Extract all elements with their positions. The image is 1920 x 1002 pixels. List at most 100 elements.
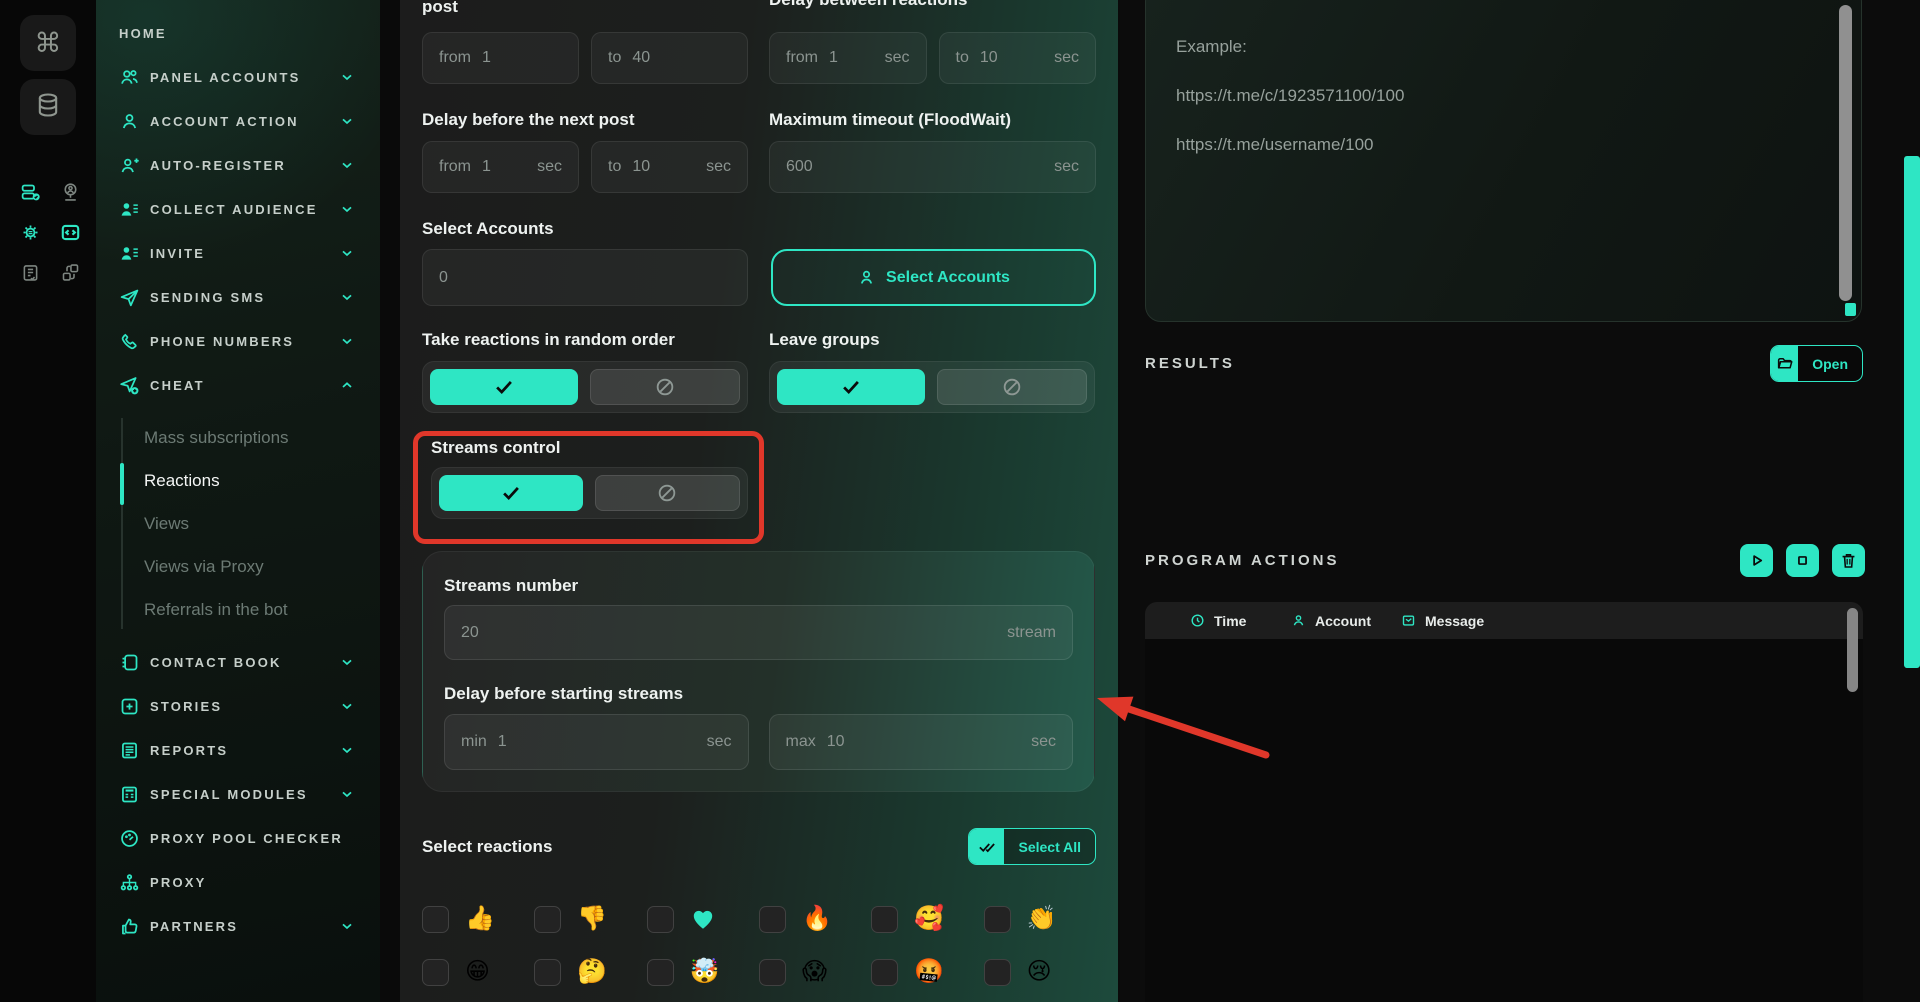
input-unit: sec [707,733,732,751]
random-order-label: Take reactions in random order [422,330,675,349]
bot-gear-icon[interactable] [18,220,42,244]
prohibit-icon [1001,376,1023,398]
select-accounts-button[interactable]: Select Accounts [771,249,1096,306]
chevron-down-icon [339,113,355,129]
toggle-off-button[interactable] [595,475,741,511]
toggle-off-button[interactable] [590,369,740,405]
contact-book-icon [119,652,140,673]
open-results-button[interactable]: Open [1770,345,1863,382]
prohibit-icon [654,376,676,398]
swap-icon[interactable] [58,260,82,284]
sidebar-item-sending-sms[interactable]: SENDING SMS [96,275,380,319]
submenu-item-views-via-proxy[interactable]: Views via Proxy [144,545,380,588]
reaction-checkbox[interactable] [534,959,561,986]
reaction-cell: 🤬 [871,956,983,988]
reaction-checkbox[interactable] [422,959,449,986]
clipped-label-row: post Delay between reactions [422,0,1096,15]
command-button[interactable]: ⌘ [20,15,76,71]
toggle-on-button[interactable] [777,369,925,405]
phone-icon [119,331,140,352]
sidebar-item-auto-register[interactable]: AUTO-REGISTER [96,143,380,187]
account-webcam-icon[interactable] [58,180,82,204]
sidebar-item-panel-accounts[interactable]: PANEL ACCOUNTS [96,55,380,99]
post-to-input[interactable]: to 40 [591,32,748,84]
textarea-scrollbar[interactable] [1839,5,1852,301]
sidebar-item-proxy-pool-checker[interactable]: PROXY POOL CHECKER [96,816,380,860]
table-scrollbar[interactable] [1847,608,1858,692]
next-post-delay-from-input[interactable]: from 1 sec [422,141,579,193]
toggle-on-button[interactable] [430,369,578,405]
reaction-checkbox[interactable] [759,906,786,933]
reaction-checkbox[interactable] [984,906,1011,933]
person-list-icon [119,243,140,264]
input-unit: sec [1031,733,1056,751]
example-title: Example: [1176,37,1831,57]
reaction-checkbox[interactable] [871,906,898,933]
sidebar-item-special-modules[interactable]: SPECIAL MODULES [96,772,380,816]
window-scrollbar[interactable] [1904,156,1920,668]
submenu-item-views[interactable]: Views [144,502,380,545]
reaction-checkbox[interactable] [647,959,674,986]
sidebar-item-stories[interactable]: STORIES [96,684,380,728]
code-window-icon[interactable] [58,220,82,244]
sidebar-item-contact-book[interactable]: CONTACT BOOK [96,640,380,684]
sidebar-item-reports[interactable]: REPORTS [96,728,380,772]
toggle-on-button[interactable] [439,475,583,511]
reaction-cell: 👏 [984,903,1096,935]
streams-delay-max-input[interactable]: max 10 sec [769,714,1074,770]
speedometer-icon [119,828,140,849]
accounts-count-input[interactable]: 0 [422,249,748,306]
sidebar-item-account-action[interactable]: ACCOUNT ACTION [96,99,380,143]
reaction-cell: 🤔 [534,956,646,988]
reaction-checkbox[interactable] [759,959,786,986]
input-value: 40 [632,49,650,67]
thumbs-up-icon [119,916,140,937]
sidebar-item-home[interactable]: HOME [96,11,380,55]
check-icon [493,376,515,398]
sidebar-item-phone-numbers[interactable]: PHONE NUMBERS [96,319,380,363]
app-window: ⌘ [0,0,1920,1002]
input-value: 1 [498,733,507,751]
input-value: 600 [786,158,813,176]
submenu-item-reactions[interactable]: Reactions [144,459,380,502]
sidebar-item-proxy[interactable]: PROXY [96,860,380,904]
reaction-checkbox[interactable] [422,906,449,933]
reaction-cell: 🥰 [871,903,983,935]
prohibit-icon [656,482,678,504]
database-button[interactable] [20,79,76,135]
sidebar-item-collect-audience[interactable]: COLLECT AUDIENCE [96,187,380,231]
start-button[interactable] [1740,544,1773,577]
delete-button[interactable] [1832,544,1865,577]
stop-button[interactable] [1786,544,1819,577]
streams-delay-min-input[interactable]: min 1 sec [444,714,749,770]
max-timeout-input[interactable]: 600 sec [769,141,1096,193]
links-textarea[interactable]: Example: https://t.me/c/1923571100/100 h… [1145,0,1862,322]
submenu-item-mass-subscriptions[interactable]: Mass subscriptions [144,416,380,459]
fire-emoji: 🔥 [802,903,832,935]
post-from-input[interactable]: from 1 [422,32,579,84]
program-actions-title: PROGRAM ACTIONS [1145,552,1339,569]
streams-number-input[interactable]: 20 stream [444,605,1073,660]
sidebar-item-invite[interactable]: INVITE [96,231,380,275]
reaction-checkbox[interactable] [984,959,1011,986]
toggle-off-button[interactable] [937,369,1087,405]
reaction-checkbox[interactable] [647,906,674,933]
input-unit: sec [1054,49,1079,67]
reaction-delay-from-input[interactable]: from 1 sec [769,32,927,84]
select-all-button[interactable]: Select All [968,828,1096,865]
scream-emoji: 😱 [802,956,827,988]
server-check-icon[interactable] [18,180,42,204]
input-value: 1 [829,49,838,67]
reaction-checkbox[interactable] [534,906,561,933]
chevron-down-icon [339,201,355,217]
input-prefix: from [439,49,471,67]
sidebar-item-cheat[interactable]: CHEAT [96,363,380,407]
input-value: 1 [482,49,491,67]
submenu-item-referrals[interactable]: Referrals in the bot [144,588,380,631]
clipboard-check-icon[interactable] [18,260,42,284]
reaction-checkbox[interactable] [871,959,898,986]
next-post-delay-to-input[interactable]: to 10 sec [591,141,748,193]
reaction-delay-to-input[interactable]: to 10 sec [939,32,1097,84]
resize-handle[interactable] [1845,303,1856,316]
sidebar-item-partners[interactable]: PARTNERS [96,904,380,948]
